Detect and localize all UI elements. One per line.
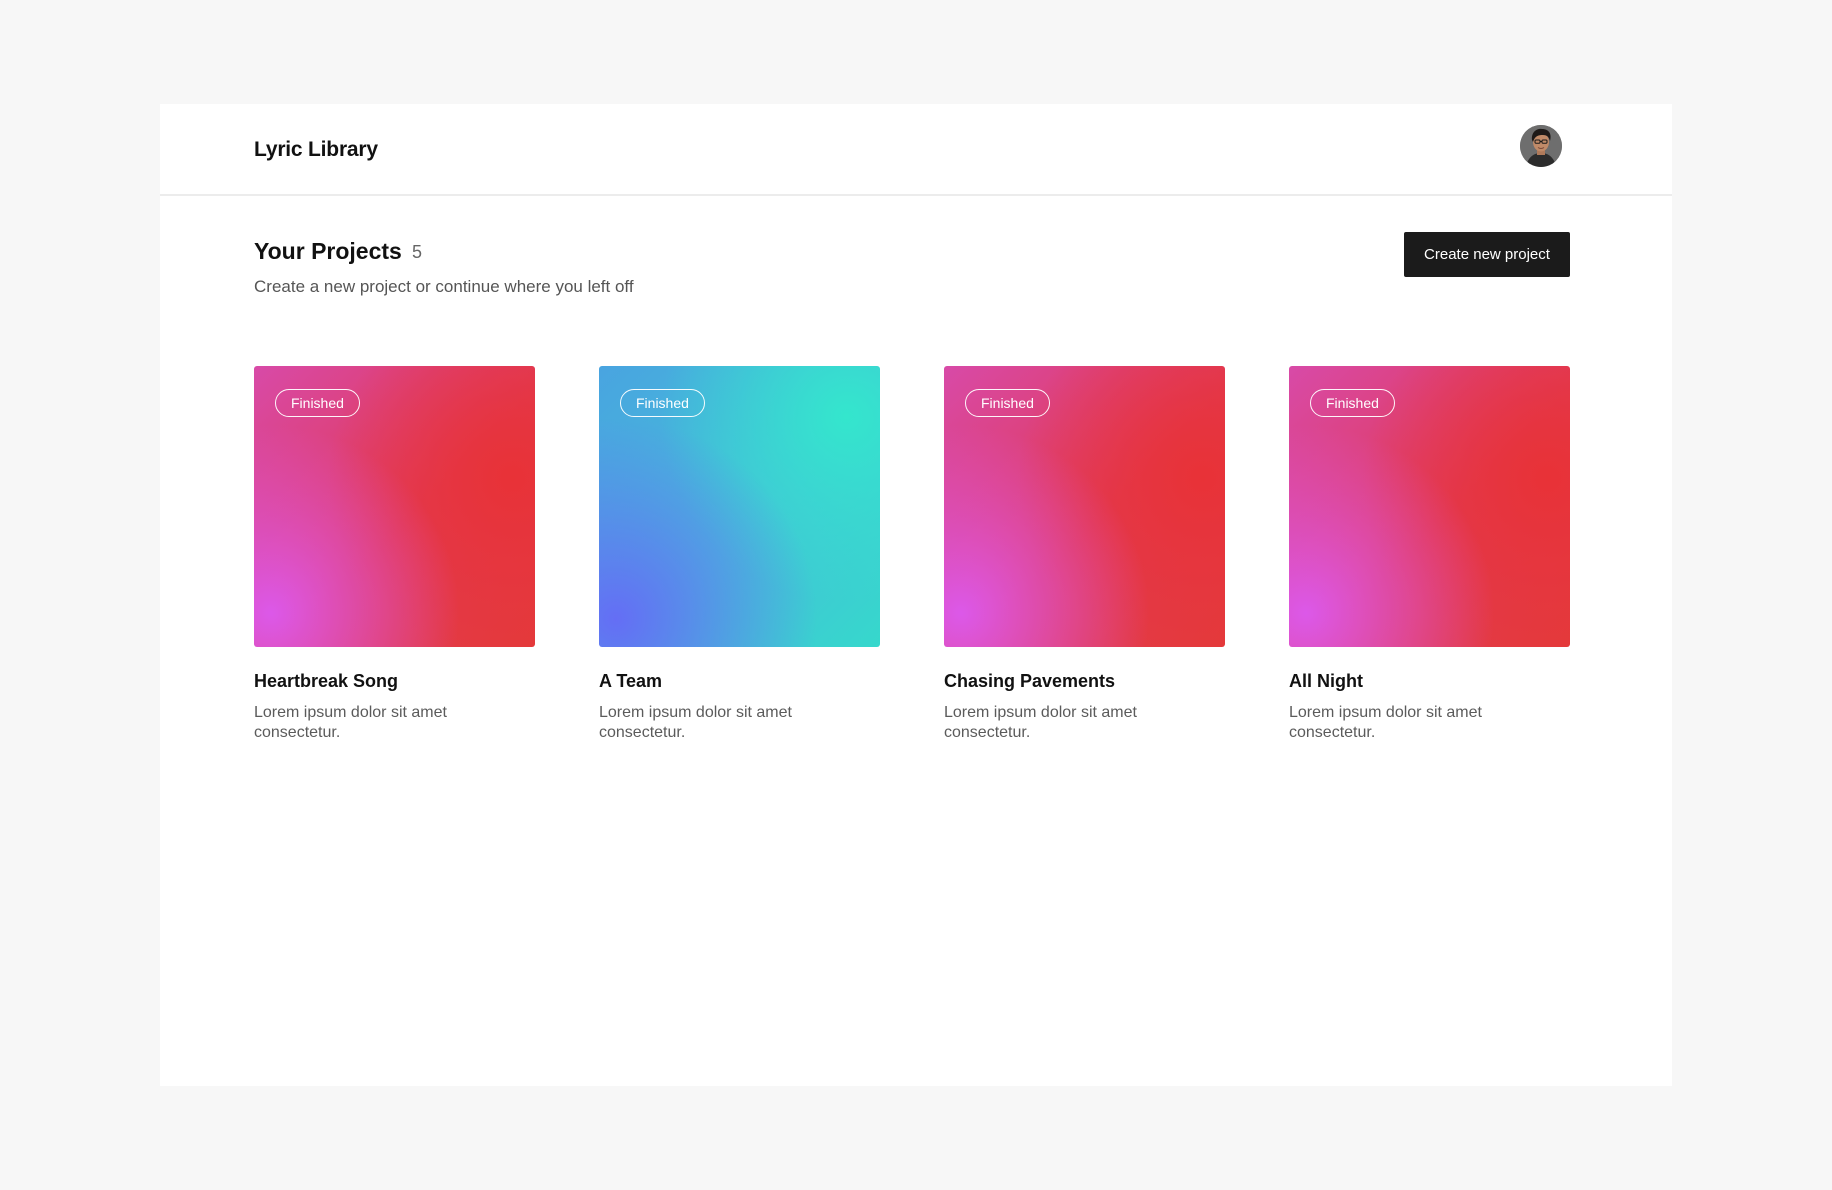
project-description: Lorem ipsum dolor sit amet consectetur. xyxy=(599,704,792,741)
project-title: Heartbreak Song xyxy=(254,671,399,691)
status-badge: Finished xyxy=(965,389,1050,417)
project-cover: Finished xyxy=(944,366,1225,647)
top-bar: Lyric Library xyxy=(160,104,1672,196)
project-description: Lorem ipsum dolor sit amet consectetur. xyxy=(944,704,1137,741)
project-cover: Finished xyxy=(1289,366,1570,647)
avatar-photo-icon xyxy=(1520,125,1562,167)
project-description: Lorem ipsum dolor sit amet consectetur. xyxy=(1289,704,1482,741)
project-card[interactable]: Finished Chasing Pavements Lorem ipsum d… xyxy=(944,366,1225,743)
project-title: A Team xyxy=(599,671,663,691)
project-cover: Finished xyxy=(599,366,880,647)
status-badge: Finished xyxy=(620,389,705,417)
project-card[interactable]: Finished Heartbreak Song Lorem ipsum dol… xyxy=(254,366,535,743)
projects-header: Your Projects 5 Create a new project or … xyxy=(254,232,1570,312)
create-project-button[interactable]: Create new project xyxy=(1404,232,1570,277)
page-title: Your Projects xyxy=(254,238,402,264)
project-title: Chasing Pavements xyxy=(944,671,1116,691)
project-title: All Night xyxy=(1289,671,1363,691)
project-card[interactable]: Finished All Night Lorem ipsum dolor sit… xyxy=(1289,366,1570,743)
status-badge: Finished xyxy=(275,389,360,417)
project-grid: Finished Heartbreak Song Lorem ipsum dol… xyxy=(254,366,1570,743)
avatar[interactable] xyxy=(1520,125,1562,167)
project-description: Lorem ipsum dolor sit amet consectetur. xyxy=(254,704,447,741)
project-card[interactable]: Finished A Team Lorem ipsum dolor sit am… xyxy=(599,366,880,743)
project-cover: Finished xyxy=(254,366,535,647)
app-window: Lyric Library Your Projects 5 Create a n… xyxy=(160,104,1672,1086)
status-badge: Finished xyxy=(1310,389,1395,417)
project-count: 5 xyxy=(412,242,423,262)
page-subtitle: Create a new project or continue where y… xyxy=(254,277,634,296)
app-title: Lyric Library xyxy=(254,138,378,161)
